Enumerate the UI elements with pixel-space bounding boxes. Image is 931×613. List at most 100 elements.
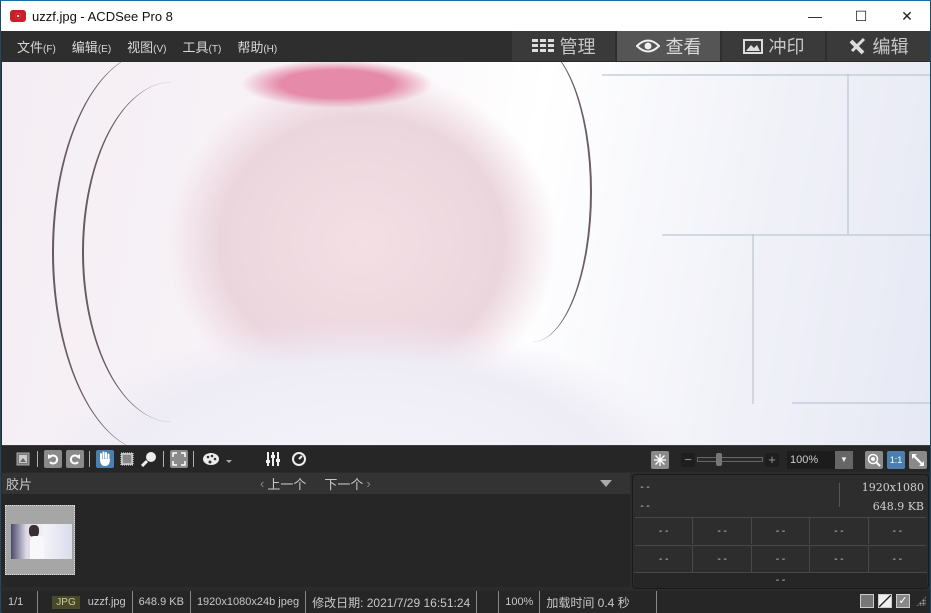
rotate-left-icon (48, 454, 59, 465)
zoom-controls: − + 100% ▼ 1:1 (647, 446, 930, 473)
rotate-right-icon (69, 454, 80, 465)
toolbar-separator (89, 451, 90, 467)
timer-button[interactable] (290, 450, 308, 468)
menu-tools-accel: (T) (208, 43, 222, 55)
info-line-1: -- (639, 482, 652, 493)
chevron-left-icon: ‹ (260, 476, 265, 491)
info-resolution: 1920x1080 (861, 481, 924, 494)
close-button[interactable]: ✕ (884, 1, 930, 31)
zoom-out-button[interactable]: − (681, 452, 695, 467)
photo-tile-line (752, 234, 754, 404)
zoom-level-value: 100% (790, 453, 819, 466)
toolbar-separator (193, 451, 194, 467)
hand-pan-button[interactable] (96, 450, 114, 468)
filmstrip-thumbnail[interactable] (5, 505, 75, 575)
info-filesize: 648.9 KB (872, 500, 924, 513)
zoom-fit-button[interactable] (865, 450, 883, 469)
zoom-slider[interactable] (697, 453, 763, 466)
zoom-slider-thumb[interactable] (716, 453, 722, 466)
rotate-right-button[interactable] (66, 450, 84, 468)
thumbnail-image (11, 524, 72, 559)
browse-image-button[interactable] (14, 450, 32, 468)
status-file: JPG uzzf.jpg (38, 591, 133, 613)
menu-file[interactable]: 文件(F) (17, 37, 56, 56)
zoom-level-select[interactable]: 100% ▼ (787, 450, 853, 469)
mode-tabs: 管理 查看 冲印 编辑 (510, 31, 930, 61)
photo-tile-line (792, 402, 930, 404)
menu-help[interactable]: 帮助(H) (237, 37, 277, 56)
collapse-triangle-icon[interactable] (600, 480, 612, 487)
photo-tile-line (662, 234, 930, 236)
checkmark-icon[interactable]: ✓ (896, 594, 910, 608)
info-cell: -- (657, 525, 670, 537)
status-icons: ✓ (856, 594, 926, 608)
menu-edit[interactable]: 编辑(E) (72, 37, 111, 56)
viewer-toolbar: − + 100% ▼ 1:1 (2, 445, 930, 472)
toolbar-separator (163, 451, 164, 467)
camera-app-icon (10, 10, 26, 22)
info-bottom-row: -- (634, 572, 927, 588)
status-bar: 1/1 JPG uzzf.jpg 648.9 KB 1920x1080x24b … (2, 591, 930, 613)
info-cell: -- (809, 518, 867, 544)
chevron-down-icon[interactable]: ▼ (835, 450, 853, 469)
minimize-button[interactable]: — (792, 1, 838, 31)
photo-tile-line (602, 74, 930, 76)
info-cell: -- (657, 553, 670, 565)
diagonal-slash-icon[interactable] (878, 594, 892, 608)
palette-icon (203, 453, 219, 465)
resize-grip-icon[interactable] (916, 596, 926, 606)
toolbar-separator (37, 451, 38, 467)
next-button[interactable]: 下一个 (324, 474, 363, 493)
snowflake-button[interactable] (651, 450, 669, 469)
tab-edit[interactable]: 编辑 (827, 31, 930, 61)
select-rectangle-icon (120, 452, 134, 466)
zoom-lens-icon (867, 453, 881, 467)
menu-view[interactable]: 视图(V) (127, 37, 166, 56)
zoom-in-button[interactable]: + (765, 452, 779, 467)
info-panel: -- -- 1920x1080 648.9 KB -- -- -- -- -- … (632, 474, 929, 589)
status-empty (477, 591, 500, 613)
filmstrip-nav: ‹ 上一个 下一个 › (257, 473, 374, 494)
info-cell: -- (750, 546, 809, 572)
window-title: uzzf.jpg - ACDSee Pro 8 (32, 8, 173, 24)
info-line-2: -- (639, 501, 652, 512)
menu-tools[interactable]: 工具(T) (183, 37, 222, 56)
info-cell: -- (867, 518, 926, 544)
info-row-2: -- -- -- -- -- (635, 545, 926, 572)
fullscreen-button[interactable] (909, 450, 927, 469)
zoom-tool-button[interactable] (140, 450, 158, 468)
tab-manage-label: 管理 (559, 37, 596, 57)
app-window: uzzf.jpg - ACDSee Pro 8 — ☐ ✕ 文件(F) 编辑(E… (0, 0, 931, 613)
tab-view[interactable]: 查看 (617, 31, 720, 61)
snowflake-icon (654, 453, 666, 466)
tab-manage[interactable]: 管理 (512, 31, 615, 61)
gray-square-icon[interactable] (860, 594, 874, 608)
tab-develop[interactable]: 冲印 (722, 31, 825, 61)
palette-dropdown-button[interactable] (224, 450, 234, 468)
menu-help-accel: (H) (263, 43, 278, 55)
status-load-time: 加载时间 0.4 秒 (540, 591, 657, 613)
select-rectangle-button[interactable] (118, 450, 136, 468)
previous-button[interactable]: 上一个 (267, 474, 306, 493)
maximize-button[interactable]: ☐ (838, 1, 884, 31)
info-cell: -- (692, 518, 750, 544)
status-dimensions: 1920x1080x24b jpeg (191, 591, 307, 613)
info-cell: -- (692, 546, 750, 572)
color-palette-button[interactable] (202, 450, 220, 468)
menu-view-accel: (V) (153, 43, 167, 55)
status-filename: uzzf.jpg (87, 596, 126, 608)
image-viewer[interactable] (2, 62, 930, 445)
rotate-left-button[interactable] (44, 450, 62, 468)
menu-view-label: 视图 (127, 39, 154, 55)
tools-icon (849, 37, 867, 55)
menu-file-accel: (F) (43, 43, 56, 55)
status-filesize: 648.9 KB (133, 591, 191, 613)
circle-timer-icon (292, 452, 306, 466)
menu-help-label: 帮助 (237, 39, 264, 55)
adjust-button[interactable] (264, 450, 282, 468)
status-index: 1/1 (2, 591, 39, 613)
actual-size-button[interactable]: 1:1 (887, 450, 905, 469)
menu-edit-accel: (E) (97, 43, 112, 55)
fit-screen-button[interactable] (170, 450, 188, 468)
menu-tools-label: 工具 (182, 39, 209, 55)
